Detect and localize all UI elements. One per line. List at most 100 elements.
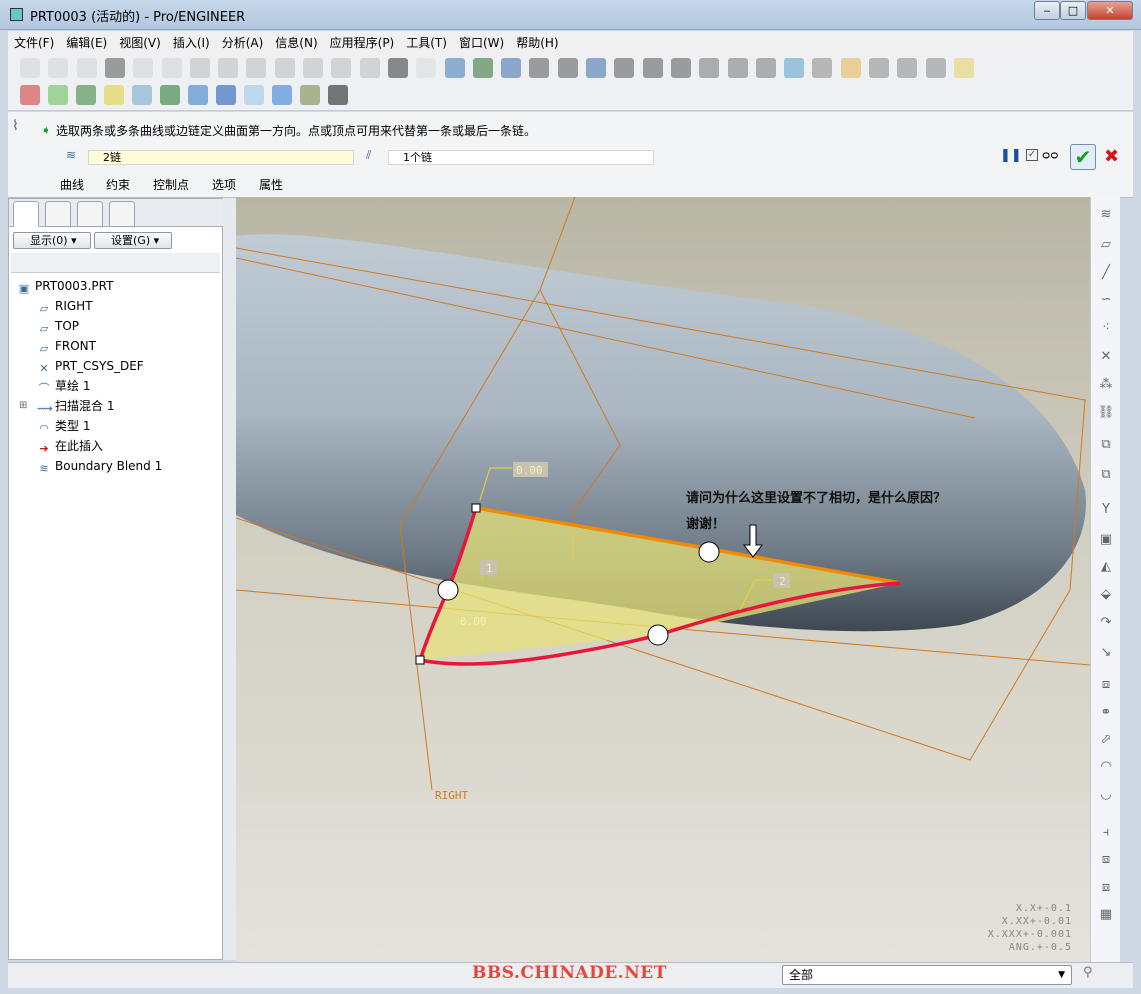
boundary-condition-handle[interactable] [698,541,720,563]
left-value-label[interactable]: 0.00 [460,615,487,628]
toolbar-button[interactable] [328,85,348,105]
toolbar-button[interactable] [48,58,69,78]
tab-curves[interactable]: 曲线 [60,176,84,193]
csys-icon[interactable]: ✕ [1097,349,1115,365]
toolbar-button[interactable] [132,85,152,105]
minimize-button[interactable]: ‒ [1034,1,1060,20]
wrap-icon[interactable]: ⧈ [1097,880,1115,896]
tree-item[interactable]: ▱ TOP [37,317,79,335]
toolbar-button[interactable] [133,58,154,78]
boundary-condition-handle[interactable] [437,579,459,601]
toolbar-button[interactable] [48,85,68,105]
condition-2-label[interactable]: 2 [779,575,786,588]
toolbar-button[interactable] [529,58,550,78]
toolbar-button[interactable] [188,85,208,105]
condition-1-label[interactable]: 1 [486,562,493,575]
analysis-icon[interactable]: ⁂ [1097,377,1115,393]
tab-folder-browser[interactable] [109,201,135,227]
preview-checkbox[interactable]: ✓ [1026,149,1038,161]
toolbar-button[interactable] [244,85,264,105]
toolbar-button[interactable] [755,58,776,78]
menu-view[interactable]: 视图(V) [113,31,167,51]
vertex-handle[interactable] [471,503,481,513]
datum-plane-icon[interactable]: ▱ [1097,237,1115,253]
menu-file[interactable]: 文件(F) [8,31,60,51]
toolbar-button[interactable] [300,85,320,105]
menu-info[interactable]: 信息(N) [269,31,323,51]
menu-insert[interactable]: 插入(I) [167,31,216,51]
toolbar-button[interactable] [416,58,437,78]
vertex-handle[interactable] [415,655,425,665]
toolbar-button[interactable] [614,58,635,78]
toolbar-button[interactable] [670,58,691,78]
selection-filter-select[interactable]: 全部 ▼ [782,965,1072,985]
toolbar-button[interactable] [812,58,833,78]
tree-item[interactable]: ≋ Boundary Blend 1 [37,457,162,475]
solidify-icon[interactable]: ⬀ [1097,732,1115,748]
toolbar-button[interactable] [331,58,352,78]
tree-item[interactable]: ▱ FRONT [37,337,96,355]
toolbar-button[interactable] [246,58,267,78]
toolbar-button[interactable] [359,58,380,78]
menu-help[interactable]: 帮助(H) [510,31,564,51]
toolbar-button[interactable] [104,85,124,105]
glasses-icon[interactable]: ᴑᴑ [1042,148,1058,162]
maximize-button[interactable]: □ [1060,1,1086,20]
tree-item[interactable]: ⌒ 草绘 1 [37,377,91,395]
menu-edit[interactable]: 编辑(E) [60,31,113,51]
tree-item[interactable]: ▱ RIGHT [37,297,93,315]
boundary-blend-icon[interactable]: ≋ [1097,207,1115,223]
toolbar-button[interactable] [387,58,408,78]
project-icon[interactable]: ⧈ [1097,852,1115,868]
extend-icon[interactable]: ▣ [1097,532,1115,548]
toolbar-button[interactable] [274,58,295,78]
toolbar-button[interactable] [897,58,918,78]
chain-icon[interactable]: ⛓ [1097,405,1115,421]
datum-curve-icon[interactable]: ∽ [1097,292,1115,308]
toolbar-button[interactable] [104,58,125,78]
tab-control-points[interactable]: 控制点 [153,176,189,193]
toolbar-button[interactable] [472,58,493,78]
panel-splitter[interactable] [223,198,236,960]
toolbar-button[interactable] [303,58,323,78]
menu-applications[interactable]: 应用程序(P) [324,31,401,51]
toolbar-button[interactable] [727,58,748,78]
toolbar-button[interactable] [501,58,522,78]
merge-icon[interactable]: ◠ [1097,759,1115,775]
top-value-label[interactable]: 0.00 [516,464,543,477]
tab-properties[interactable]: 属性 [259,176,283,193]
tree-item[interactable]: ➔ 在此插入 [37,437,103,455]
toolbar-button[interactable] [76,85,96,105]
datum-axis-icon[interactable]: ╱ [1097,265,1115,281]
toolbar-button[interactable] [20,85,40,105]
datum-point-icon[interactable]: ⁖ [1097,320,1115,336]
toolbar-button[interactable] [642,58,663,78]
tree-item[interactable]: ▣ PRT0003.PRT [17,277,114,295]
close-button[interactable]: ✕ [1087,1,1133,20]
rib-icon[interactable]: ⚭ [1097,705,1115,721]
trim-icon[interactable]: Y [1097,502,1115,518]
toolbar-button[interactable] [20,58,40,78]
tree-item[interactable]: ◠ 类型 1 [37,417,90,435]
menu-analysis[interactable]: 分析(A) [216,31,270,51]
shell-icon[interactable]: ⧈ [1097,677,1115,693]
toolbar-button[interactable] [444,58,465,78]
cancel-x-button[interactable]: ✖ [1104,146,1119,167]
boundary-condition-handle[interactable] [647,624,669,646]
toolbar-button[interactable] [76,58,97,78]
toolbar-button[interactable] [953,58,974,78]
copy-icon[interactable]: ⧉ [1097,437,1115,453]
pattern-icon[interactable]: ⧉ [1097,467,1115,483]
selection-status-icon[interactable]: ⚲ [1083,965,1093,980]
toolbar-button[interactable] [925,58,946,78]
toolbar-button[interactable] [699,58,720,78]
toolbar-button[interactable] [272,85,292,105]
tab-options[interactable]: 选项 [212,176,236,193]
toolbar-button[interactable] [869,58,889,78]
tab-model-tree[interactable] [13,201,39,227]
offset-icon[interactable]: ◭ [1097,559,1115,575]
expand-icon[interactable]: ⊞ [19,397,27,415]
tree-item[interactable]: ✕ PRT_CSYS_DEF [37,357,143,375]
toolbar-button[interactable] [218,58,239,78]
toolbar-button[interactable] [840,58,861,78]
